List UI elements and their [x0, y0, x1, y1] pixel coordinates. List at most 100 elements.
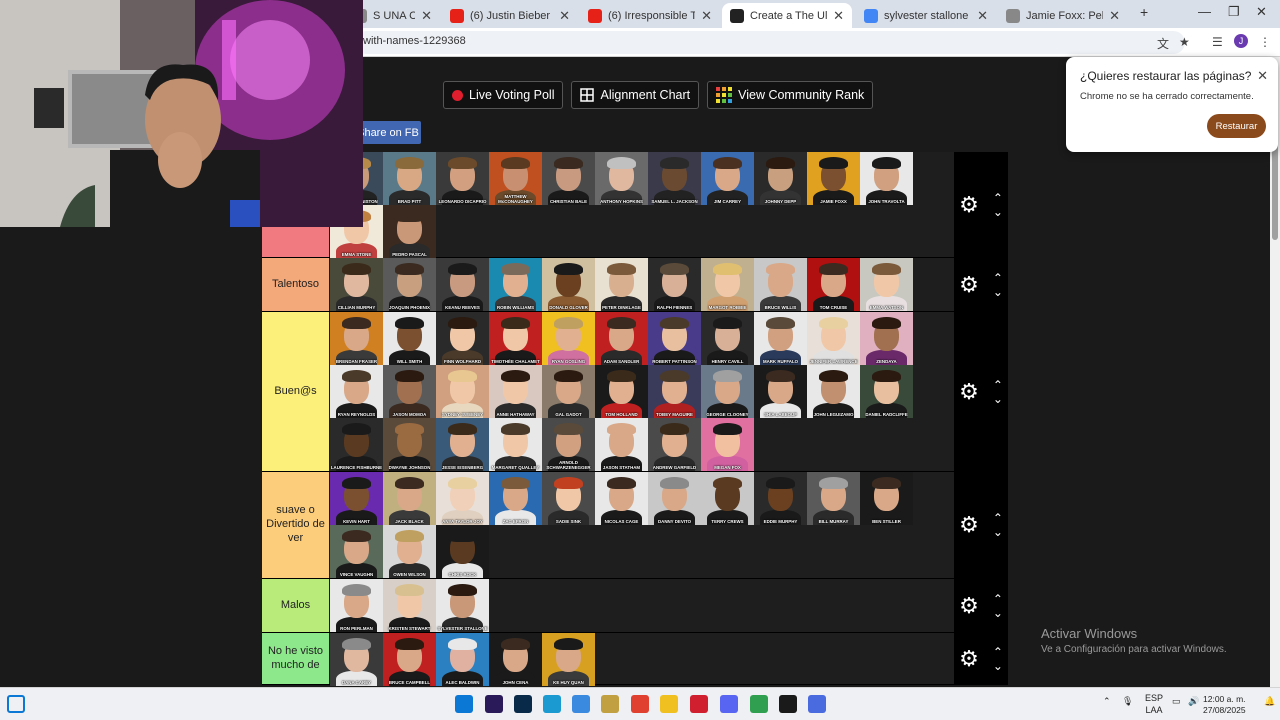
actor-card[interactable]: OWEN WILSON: [383, 525, 436, 578]
browser-tab[interactable]: Jamie Foxx: Películas, biog✕: [998, 3, 1128, 28]
actor-card[interactable]: CILLIAN MURPHY: [330, 258, 383, 311]
chrome-icon[interactable]: [631, 695, 649, 713]
actor-card[interactable]: ZAC EFRON: [489, 472, 542, 525]
actor-card[interactable]: ARNOLD SCHWARZENEGGER: [542, 418, 595, 471]
actor-card[interactable]: DONALD GLOVER: [542, 258, 595, 311]
actor-card[interactable]: KEANU REEVES: [436, 258, 489, 311]
actor-card[interactable]: SHIA LABEOUF: [754, 365, 807, 418]
app-red-icon[interactable]: [690, 695, 708, 713]
tab-close-icon[interactable]: ✕: [971, 8, 988, 24]
tab-search-icon[interactable]: ☰: [1212, 35, 1223, 49]
url-bar[interactable]: with-names-1229368: [355, 31, 1185, 54]
edge-icon[interactable]: [543, 695, 561, 713]
gear-icon[interactable]: ⚙: [959, 512, 979, 538]
close-icon[interactable]: ✕: [1257, 68, 1268, 84]
actor-card[interactable]: TOBEY MAGUIRE: [648, 365, 701, 418]
tier-label[interactable]: Talentoso: [262, 258, 329, 311]
actor-card[interactable]: TERRY CREWS: [701, 472, 754, 525]
actor-card[interactable]: JASON STATHAM: [595, 418, 648, 471]
tier-label[interactable]: suave o Divertido de ver: [262, 472, 329, 578]
actor-card[interactable]: MEGAN FOX: [701, 418, 754, 471]
actor-card[interactable]: JOHN TRAVOLTA: [860, 152, 913, 205]
actor-card[interactable]: SYDNEY SWEENEY: [436, 365, 489, 418]
actor-card[interactable]: ROBIN WILLIAMS: [489, 258, 542, 311]
actor-card[interactable]: BEN STILLER: [860, 472, 913, 525]
volume-icon[interactable]: 🔊: [1188, 696, 1199, 707]
actor-card[interactable]: EMMA WATSON: [860, 258, 913, 311]
gear-icon[interactable]: ⚙: [959, 272, 979, 298]
actor-card[interactable]: HENRY CAVILL: [701, 312, 754, 365]
actor-card[interactable]: MATTHEW McCONAUGHEY: [489, 152, 542, 205]
tab-close-icon[interactable]: ✕: [695, 8, 712, 24]
chevron-up-icon[interactable]: ⌃: [993, 192, 1003, 204]
actor-card[interactable]: FINN WOLFHARD: [436, 312, 489, 365]
actor-card[interactable]: GAL GADOT: [542, 365, 595, 418]
actor-card[interactable]: LAURENCE FISHBURNE: [330, 418, 383, 471]
app-blue-icon[interactable]: [808, 695, 826, 713]
gear-icon[interactable]: ⚙: [959, 192, 979, 218]
notification-bell-icon[interactable]: 🔔: [1264, 696, 1275, 707]
task-view-icon[interactable]: [7, 695, 25, 713]
profile-avatar[interactable]: J: [1234, 34, 1248, 48]
chevron-down-icon[interactable]: ⌄: [993, 526, 1003, 538]
actor-card[interactable]: JESSE EISENBERG: [436, 418, 489, 471]
chevron-up-icon[interactable]: ⌃: [993, 512, 1003, 524]
actor-card[interactable]: PETER DINKLAGE: [595, 258, 648, 311]
browser-tab[interactable]: sylvester stallone PELICUL✕: [856, 3, 996, 28]
tab-close-icon[interactable]: ✕: [415, 8, 432, 24]
windows-start-icon[interactable]: [455, 695, 473, 713]
maximize-button[interactable]: ❐: [1228, 4, 1240, 20]
language-indicator[interactable]: ESP LAA: [1145, 693, 1163, 716]
tier-label[interactable]: No he visto mucho de: [262, 633, 329, 684]
actor-card[interactable]: ROBERT PATTINSON: [648, 312, 701, 365]
tab-close-icon[interactable]: ✕: [1103, 8, 1120, 24]
actor-card[interactable]: JOHN CENA: [489, 633, 542, 686]
chevron-up-icon[interactable]: ⌃: [993, 646, 1003, 658]
close-window-button[interactable]: ✕: [1256, 4, 1267, 20]
actor-card[interactable]: SYLVESTER STALLONE: [436, 579, 489, 632]
actor-card[interactable]: KRISTEN STEWART: [383, 579, 436, 632]
actor-card[interactable]: TIMOTHÉE CHALAMET: [489, 312, 542, 365]
actor-card[interactable]: RYAN REYNOLDS: [330, 365, 383, 418]
store-icon[interactable]: [572, 695, 590, 713]
actor-card[interactable]: DANA CAREY: [330, 633, 383, 686]
actor-card[interactable]: JAMIE FOXX: [807, 152, 860, 205]
chevron-up-icon[interactable]: ⌃: [993, 379, 1003, 391]
actor-card[interactable]: ALEC BALDWIN: [436, 633, 489, 686]
actor-card[interactable]: CHRISTIAN BALE: [542, 152, 595, 205]
actor-card[interactable]: MARGARET QUALLEY: [489, 418, 542, 471]
gear-icon[interactable]: ⚙: [959, 593, 979, 619]
actor-card[interactable]: DANIEL RADCLIFFE: [860, 365, 913, 418]
chevron-up-icon[interactable]: ⌃: [993, 593, 1003, 605]
actor-card[interactable]: VINCE VAUGHN: [330, 525, 383, 578]
actor-card[interactable]: JACK BLACK: [383, 472, 436, 525]
microphone-icon[interactable]: 🎙: [1122, 696, 1133, 707]
browser-tab[interactable]: Create a The Ultimate Act✕: [722, 3, 852, 28]
actor-card[interactable]: GEORGE CLOONEY: [701, 365, 754, 418]
discord-icon[interactable]: [720, 695, 738, 713]
actor-card[interactable]: KE HUY QUAN: [542, 633, 595, 686]
tray-expand-icon[interactable]: ⌃: [1103, 696, 1111, 707]
browser-tab[interactable]: (6) Irresponsible Taxi Drive✕: [580, 3, 720, 28]
actor-card[interactable]: DANNY DEVITO: [648, 472, 701, 525]
actor-card[interactable]: EDDIE MURPHY: [754, 472, 807, 525]
actor-card[interactable]: ADAM SANDLER: [595, 312, 648, 365]
actor-card[interactable]: TOM CRUISE: [807, 258, 860, 311]
actor-card[interactable]: JENNIFER LAWRENCE: [807, 312, 860, 365]
actor-card[interactable]: PEDRO PASCAL: [383, 205, 436, 258]
actor-card[interactable]: MARGOT ROBBIE: [701, 258, 754, 311]
actor-card[interactable]: RYAN GOSLING: [542, 312, 595, 365]
restore-button[interactable]: Restaurar: [1207, 114, 1266, 138]
share-on-fb-button[interactable]: Share on FB: [355, 121, 421, 144]
live-voting-poll-button[interactable]: Live Voting Poll: [443, 81, 564, 109]
actor-card[interactable]: MARK RUFFALO: [754, 312, 807, 365]
chevron-down-icon[interactable]: ⌄: [993, 607, 1003, 619]
actor-card[interactable]: SADIE SINK: [542, 472, 595, 525]
new-tab-button[interactable]: +: [1140, 4, 1148, 20]
minimize-button[interactable]: —: [1198, 4, 1211, 19]
actor-card[interactable]: LEONARDO DICAPRIO: [436, 152, 489, 205]
actor-card[interactable]: RALPH FIENNES: [648, 258, 701, 311]
browser-tab[interactable]: (6) Justin Bieber - YUKON✕: [442, 3, 578, 28]
chevron-down-icon[interactable]: ⌄: [993, 393, 1003, 405]
chevron-down-icon[interactable]: ⌄: [993, 660, 1003, 672]
